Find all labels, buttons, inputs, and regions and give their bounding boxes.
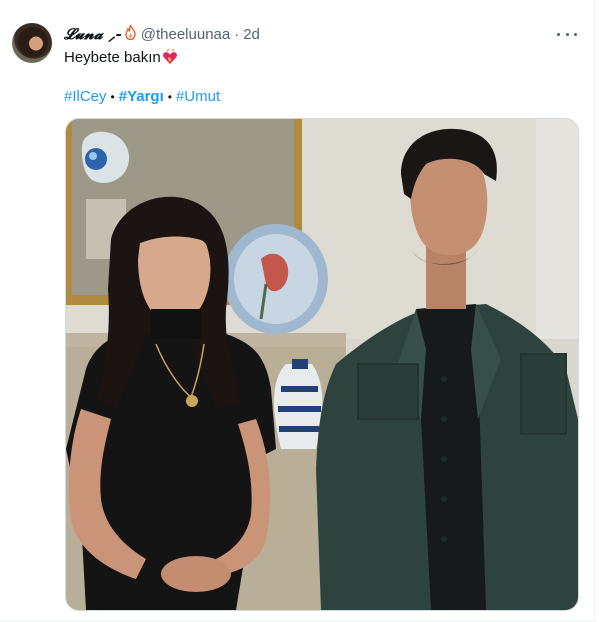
hashtag-row: #IlCey • #Yargı • #Umut bbox=[64, 87, 220, 107]
more-horizontal-icon[interactable] bbox=[557, 26, 577, 42]
hashtag-yargi[interactable]: #Yargı bbox=[119, 88, 164, 105]
divider bbox=[594, 0, 595, 622]
header-separator: · bbox=[234, 25, 240, 43]
tweet-text-content: Heybete bakın bbox=[64, 49, 161, 66]
tweet-media-image[interactable] bbox=[65, 118, 579, 611]
hashtag-umut[interactable]: #Umut bbox=[176, 88, 220, 105]
hashtag-separator: • bbox=[167, 90, 172, 104]
avatar[interactable] bbox=[12, 23, 52, 63]
hashtag-separator: • bbox=[110, 90, 115, 104]
flame-icon bbox=[124, 24, 137, 43]
display-name[interactable]: 𝓛𝓾𝓷𝓪 ⸝- bbox=[64, 25, 122, 43]
tweet-card[interactable]: 𝓛𝓾𝓷𝓪 ⸝- @theeluunaa · 2d Heybete bakın #… bbox=[0, 0, 599, 622]
user-handle[interactable]: @theeluunaa bbox=[141, 26, 230, 43]
hashtag-ilcey[interactable]: #IlCey bbox=[64, 88, 107, 105]
timestamp[interactable]: 2d bbox=[243, 26, 260, 43]
tweet-text: Heybete bakın bbox=[64, 48, 178, 68]
tweet-header: 𝓛𝓾𝓷𝓪 ⸝- @theeluunaa · 2d bbox=[64, 24, 260, 44]
heart-on-fire-icon bbox=[162, 48, 178, 65]
